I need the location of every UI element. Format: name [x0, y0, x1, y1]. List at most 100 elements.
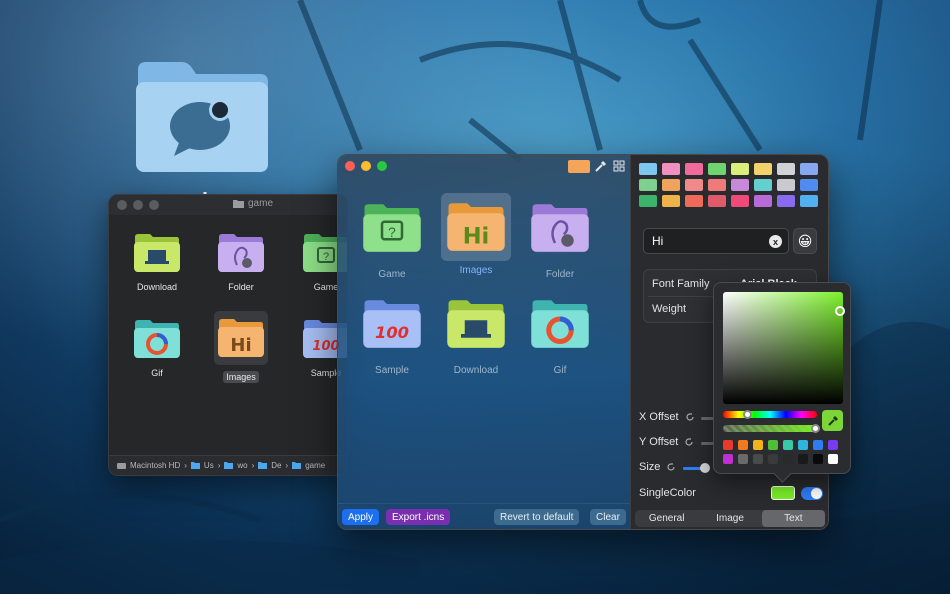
- palette-color-swatch[interactable]: [777, 179, 795, 191]
- picker-color-swatch[interactable]: [798, 454, 808, 464]
- picker-swatches: [723, 440, 839, 464]
- y-offset-row: Y Offset: [639, 436, 694, 448]
- finder-window[interactable]: game Download Folder ? Game Gif Hi Image…: [108, 194, 348, 476]
- grid-item-gif[interactable]: Gif: [524, 293, 596, 376]
- palette-color-swatch[interactable]: [731, 195, 749, 207]
- palette-color-swatch[interactable]: [708, 179, 726, 191]
- picker-color-swatch[interactable]: [798, 440, 808, 450]
- picker-color-swatch[interactable]: [738, 454, 748, 464]
- palette-color-swatch[interactable]: [800, 163, 818, 175]
- clear-text-icon[interactable]: x: [769, 235, 782, 248]
- finder-item-gif[interactable]: Gif: [122, 317, 192, 379]
- picker-color-swatch[interactable]: [753, 454, 763, 464]
- palette-color-swatch[interactable]: [731, 163, 749, 175]
- picker-color-swatch[interactable]: [783, 440, 793, 450]
- single-color-toggle[interactable]: [801, 487, 823, 500]
- path-segment[interactable]: game: [305, 461, 325, 470]
- palette-color-swatch[interactable]: [639, 163, 657, 175]
- color-picker-popover[interactable]: [713, 282, 851, 474]
- folder-icon: [190, 462, 200, 469]
- reset-icon[interactable]: [666, 462, 676, 472]
- path-segment[interactable]: De: [271, 461, 281, 470]
- picker-color-swatch[interactable]: [813, 440, 823, 450]
- finder-item-folder[interactable]: Folder: [206, 231, 276, 293]
- picker-color-swatch[interactable]: [783, 454, 793, 464]
- palette-color-swatch[interactable]: [708, 163, 726, 175]
- picker-color-swatch[interactable]: [753, 440, 763, 450]
- close-dot[interactable]: [117, 200, 127, 210]
- palette-color-swatch[interactable]: [731, 179, 749, 191]
- zoom-dot[interactable]: [149, 200, 159, 210]
- grid-icon[interactable]: [612, 159, 626, 173]
- reset-icon[interactable]: [684, 437, 694, 447]
- picker-color-swatch[interactable]: [828, 454, 838, 464]
- reset-icon[interactable]: [685, 412, 695, 422]
- picker-color-swatch[interactable]: [738, 440, 748, 450]
- grid-item-folder[interactable]: Folder: [524, 197, 596, 280]
- grid-item-images[interactable]: Hi Images: [440, 193, 512, 276]
- single-color-well[interactable]: [771, 486, 795, 500]
- palette-color-swatch[interactable]: [639, 179, 657, 191]
- ear-folder-icon: [531, 204, 589, 252]
- palette-color-swatch[interactable]: [662, 163, 680, 175]
- close-button[interactable]: [345, 161, 355, 171]
- tab-general[interactable]: General: [635, 510, 698, 527]
- speech-bubble-folder-icon[interactable]: [134, 60, 270, 174]
- finder-item-label: Gif: [151, 368, 163, 378]
- finder-title-bar[interactable]: game: [109, 195, 347, 215]
- grid-item-download[interactable]: Download: [440, 293, 512, 376]
- apply-button[interactable]: Apply: [342, 509, 380, 525]
- saturation-handle[interactable]: [835, 306, 845, 316]
- icon-text-input[interactable]: Hi x: [643, 228, 789, 254]
- palette-color-swatch[interactable]: [685, 179, 703, 191]
- opacity-slider[interactable]: [723, 425, 817, 432]
- tab-text[interactable]: Text: [761, 510, 825, 527]
- clear-button[interactable]: Clear: [590, 509, 626, 525]
- chevron-right-icon: ›: [217, 461, 221, 470]
- grid-item-game[interactable]: ? Game: [356, 197, 428, 280]
- size-slider-knob[interactable]: [700, 463, 711, 473]
- path-segment[interactable]: Us: [204, 461, 214, 470]
- export-icns-button[interactable]: Export .icns: [386, 509, 451, 525]
- finder-item-download[interactable]: Download: [122, 231, 192, 293]
- eyedropper-icon[interactable]: [594, 159, 608, 173]
- opacity-handle[interactable]: [811, 424, 820, 433]
- hue-handle[interactable]: [742, 410, 752, 419]
- laptop-folder-icon: [134, 234, 180, 272]
- palette-color-swatch[interactable]: [800, 179, 818, 191]
- icon-text-value: Hi: [652, 234, 664, 248]
- finder-item-images[interactable]: Hi Images: [206, 311, 276, 383]
- palette-color-swatch[interactable]: [754, 163, 772, 175]
- palette-color-swatch[interactable]: [708, 195, 726, 207]
- palette-color-swatch[interactable]: [777, 163, 795, 175]
- zoom-button[interactable]: [377, 161, 387, 171]
- hue-slider[interactable]: [723, 411, 817, 418]
- path-segment[interactable]: Macintosh HD: [130, 461, 180, 470]
- palette-color-swatch[interactable]: [685, 195, 703, 207]
- palette-color-swatch[interactable]: [685, 163, 703, 175]
- saturation-brightness-field[interactable]: [723, 292, 843, 404]
- eyedropper-button[interactable]: [822, 410, 843, 431]
- palette-color-swatch[interactable]: [777, 195, 795, 207]
- minimize-dot[interactable]: [133, 200, 143, 210]
- picker-color-swatch[interactable]: [768, 440, 778, 450]
- current-color-swatch[interactable]: [568, 160, 590, 173]
- palette-color-swatch[interactable]: [754, 179, 772, 191]
- palette-color-swatch[interactable]: [800, 195, 818, 207]
- picker-color-swatch[interactable]: [813, 454, 823, 464]
- picker-color-swatch[interactable]: [828, 440, 838, 450]
- minimize-button[interactable]: [361, 161, 371, 171]
- grid-item-sample[interactable]: 100 Sample: [356, 293, 428, 376]
- palette-color-swatch[interactable]: [662, 179, 680, 191]
- picker-color-swatch[interactable]: [768, 454, 778, 464]
- picker-color-swatch[interactable]: [723, 454, 733, 464]
- tab-image[interactable]: Image: [698, 510, 761, 527]
- picker-color-swatch[interactable]: [723, 440, 733, 450]
- hard-drive-icon: [117, 462, 126, 469]
- palette-color-swatch[interactable]: [754, 195, 772, 207]
- emoji-picker-button[interactable]: 😀: [793, 228, 817, 254]
- path-segment[interactable]: wo: [237, 461, 247, 470]
- palette-color-swatch[interactable]: [639, 195, 657, 207]
- revert-to-default-button[interactable]: Revert to default: [494, 509, 580, 525]
- palette-color-swatch[interactable]: [662, 195, 680, 207]
